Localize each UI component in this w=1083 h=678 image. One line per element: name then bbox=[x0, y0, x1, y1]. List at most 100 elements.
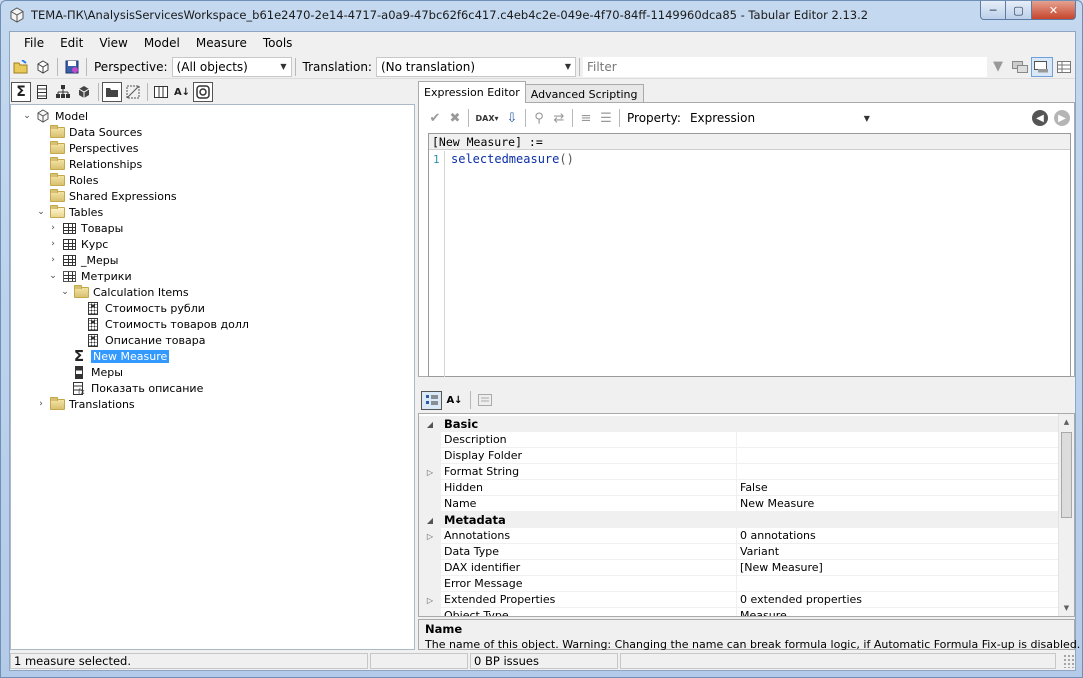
tree-node-model[interactable]: ⌄ Model bbox=[21, 108, 88, 124]
property-row[interactable]: DAX identifier [New Measure] bbox=[419, 560, 1058, 576]
collapse-arrow-icon[interactable]: ⌄ bbox=[21, 110, 33, 122]
title-bar[interactable]: TEMA-ПК\AnalysisServicesWorkspace_b61e24… bbox=[1, 1, 1082, 29]
expand-arrow-icon[interactable]: › bbox=[47, 238, 59, 250]
tree-node-perspectives[interactable]: Perspectives bbox=[49, 140, 138, 156]
resize-grip-icon[interactable] bbox=[1063, 654, 1075, 668]
scroll-up-arrow-icon[interactable]: ▲ bbox=[1059, 414, 1074, 430]
comment-icon[interactable]: ≡ bbox=[576, 108, 596, 128]
show-hierarchies-icon[interactable] bbox=[53, 82, 73, 102]
category-basic[interactable]: ◢ Basic bbox=[419, 416, 1058, 432]
tree-node-calc-item-2[interactable]: Стоимость товаров долл bbox=[85, 316, 249, 332]
menu-tools[interactable]: Tools bbox=[255, 34, 301, 52]
property-row[interactable]: ▷ Extended Properties 0 extended propert… bbox=[419, 592, 1058, 608]
menu-edit[interactable]: Edit bbox=[52, 34, 91, 52]
dax-format-icon[interactable]: DAX▾ bbox=[472, 108, 502, 128]
filter-input[interactable] bbox=[582, 56, 987, 77]
expand-arrow-icon[interactable]: › bbox=[47, 254, 59, 266]
back-arrow-icon[interactable]: ◀ bbox=[1032, 110, 1048, 126]
view-mode-2-icon[interactable] bbox=[1031, 56, 1053, 77]
property-value[interactable]: 0 extended properties bbox=[737, 592, 1058, 608]
minimize-button[interactable]: ─ bbox=[980, 1, 1006, 20]
tree-node-roles[interactable]: Roles bbox=[49, 172, 98, 188]
property-row[interactable]: ▷ Annotations 0 annotations bbox=[419, 528, 1058, 544]
property-row[interactable]: Description bbox=[419, 432, 1058, 448]
save-icon[interactable] bbox=[61, 57, 83, 77]
collapse-triangle-icon[interactable]: ◢ bbox=[419, 512, 441, 528]
property-dropdown[interactable]: Expression ▼ bbox=[684, 108, 875, 128]
collapse-arrow-icon[interactable]: ⌄ bbox=[35, 206, 47, 218]
code-line[interactable]: selectedmeasure() bbox=[451, 152, 574, 166]
tree-node-calc-item-1[interactable]: Стоимость рубли bbox=[85, 300, 205, 316]
expand-triangle-icon[interactable]: ▷ bbox=[419, 464, 441, 480]
tree-node-calc-items[interactable]: ⌄ Calculation Items bbox=[59, 284, 189, 300]
replace-icon[interactable]: ⇄ bbox=[549, 108, 569, 128]
property-value[interactable]: Variant bbox=[737, 544, 1058, 560]
property-row[interactable]: ▷ Format String bbox=[419, 464, 1058, 480]
menu-view[interactable]: View bbox=[91, 34, 135, 52]
tree-node-measures-column[interactable]: Меры bbox=[71, 364, 123, 380]
show-partitions-icon[interactable] bbox=[74, 82, 94, 102]
find-icon[interactable]: ⚲ bbox=[529, 108, 549, 128]
display-folders-icon[interactable] bbox=[102, 82, 122, 102]
property-value[interactable]: New Measure bbox=[737, 496, 1058, 512]
property-row[interactable]: Object Type Measure bbox=[419, 608, 1058, 616]
property-value[interactable] bbox=[737, 432, 1058, 448]
show-hidden-icon[interactable] bbox=[123, 82, 143, 102]
tree-node-new-measure[interactable]: Σ New Measure bbox=[71, 348, 170, 364]
forward-arrow-icon[interactable]: ▶ bbox=[1054, 110, 1070, 126]
open-folder-icon[interactable] bbox=[10, 57, 32, 77]
property-value[interactable]: [New Measure] bbox=[737, 560, 1058, 576]
code-editor[interactable]: [New Measure] := 1 selectedmeasure() bbox=[428, 133, 1071, 377]
expand-triangle-icon[interactable]: ▷ bbox=[419, 528, 441, 544]
scroll-down-arrow-icon[interactable]: ▼ bbox=[1059, 600, 1074, 616]
property-row[interactable]: Data Type Variant bbox=[419, 544, 1058, 560]
tree-node-tables[interactable]: ⌄ Tables bbox=[35, 204, 103, 220]
property-row[interactable]: Display Folder bbox=[419, 448, 1058, 464]
property-row[interactable]: Name New Measure bbox=[419, 496, 1058, 512]
tab-expression-editor[interactable]: Expression Editor bbox=[418, 81, 526, 103]
property-value[interactable]: Measure bbox=[737, 608, 1058, 616]
translation-dropdown[interactable]: (No translation) ▼ bbox=[375, 56, 576, 77]
connect-model-icon[interactable] bbox=[32, 57, 54, 77]
collapse-arrow-icon[interactable]: ⌄ bbox=[47, 270, 59, 282]
property-row[interactable]: Hidden False bbox=[419, 480, 1058, 496]
tree-node-table-rate[interactable]: › Курс bbox=[47, 236, 108, 252]
tree-node-table-metrics[interactable]: ⌄ Метрики bbox=[47, 268, 131, 284]
tree-node-table-measures[interactable]: › _Меры bbox=[47, 252, 118, 268]
perspective-filter-icon[interactable] bbox=[193, 82, 213, 102]
menu-file[interactable]: File bbox=[16, 34, 52, 52]
expand-arrow-icon[interactable]: › bbox=[35, 398, 47, 410]
maximize-button[interactable]: ▢ bbox=[1006, 1, 1032, 20]
scrollbar-thumb[interactable] bbox=[1061, 432, 1072, 518]
alphabetical-sort-icon[interactable]: A↓ bbox=[444, 391, 465, 410]
view-mode-1-icon[interactable] bbox=[1009, 57, 1031, 77]
tree-node-data-sources[interactable]: Data Sources bbox=[49, 124, 142, 140]
show-columns-icon[interactable] bbox=[32, 82, 52, 102]
property-grid[interactable]: ◢ Basic Description Display Folder ▷ For… bbox=[418, 413, 1075, 617]
property-row[interactable]: Error Message bbox=[419, 576, 1058, 592]
dependencies-icon[interactable]: ⇩ bbox=[502, 108, 522, 128]
model-tree[interactable]: ⌄ Model Data Sources Perspectives Relati… bbox=[10, 104, 415, 650]
view-mode-3-icon[interactable] bbox=[1053, 57, 1075, 77]
status-bp-issues[interactable]: 0 BP issues bbox=[470, 653, 618, 669]
menu-measure[interactable]: Measure bbox=[188, 34, 255, 52]
property-pages-icon[interactable] bbox=[474, 391, 495, 410]
categorized-view-icon[interactable] bbox=[421, 390, 442, 410]
expand-triangle-icon[interactable]: ▷ bbox=[419, 592, 441, 608]
tree-node-relationships[interactable]: Relationships bbox=[49, 156, 142, 172]
tree-node-show-description[interactable]: fx Показать описание bbox=[71, 380, 203, 396]
columns-view-icon[interactable] bbox=[151, 82, 171, 102]
property-value[interactable] bbox=[737, 448, 1058, 464]
perspective-dropdown[interactable]: (All objects) ▼ bbox=[171, 56, 292, 77]
tree-node-calc-item-3[interactable]: Описание товара bbox=[85, 332, 205, 348]
collapse-arrow-icon[interactable]: ⌄ bbox=[59, 286, 71, 298]
funnel-icon[interactable]: ▼ bbox=[987, 57, 1009, 77]
property-value[interactable]: False bbox=[737, 480, 1058, 496]
tab-advanced-scripting[interactable]: Advanced Scripting bbox=[524, 84, 644, 103]
cancel-x-icon[interactable]: ✖ bbox=[445, 108, 465, 128]
accept-checkmark-icon[interactable]: ✔ bbox=[425, 108, 445, 128]
uncomment-icon[interactable]: ☰ bbox=[596, 108, 616, 128]
tree-node-translations[interactable]: › Translations bbox=[35, 396, 135, 412]
expand-arrow-icon[interactable]: › bbox=[47, 222, 59, 234]
show-measures-sigma-icon[interactable]: Σ bbox=[11, 82, 31, 102]
